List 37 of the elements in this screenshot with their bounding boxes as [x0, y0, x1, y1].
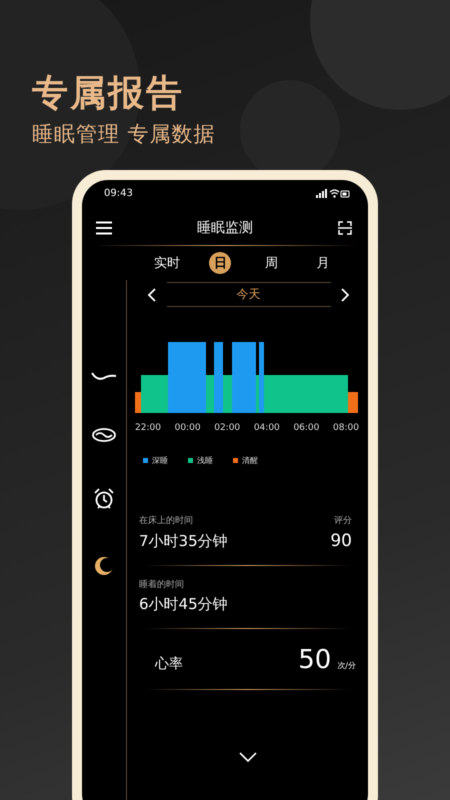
time-tick: 04:00: [254, 423, 280, 433]
screen-title: 睡眠监测: [197, 219, 253, 237]
chevron-down-icon[interactable]: [238, 752, 256, 762]
legend-label: 深睡: [152, 455, 168, 466]
subtitle: 睡眠管理 专属数据: [32, 121, 217, 148]
stat-label: 心率: [155, 655, 184, 673]
scan-icon[interactable]: [338, 221, 352, 235]
stat-value: 6小时45分钟: [139, 595, 228, 614]
ring-icon[interactable]: [92, 428, 116, 442]
date-label: 今天: [166, 282, 330, 307]
menu-icon[interactable]: [96, 221, 112, 235]
headline: 专属报告: [32, 72, 185, 116]
stat-label: 在床上的时间: [139, 514, 193, 527]
alarm-clock-icon[interactable]: [94, 488, 114, 510]
period-tab[interactable]: 月: [312, 252, 334, 274]
heart-rate-value: 50: [298, 645, 332, 675]
unit-label: 次/分: [337, 660, 356, 671]
legend-label: 浅睡: [197, 455, 213, 466]
time-tick: 02:00: [214, 423, 240, 433]
time-tick: 22:00: [135, 423, 161, 433]
previous-icon[interactable]: [147, 288, 156, 302]
time-tick: 00:00: [174, 423, 201, 433]
time-tick: 08:00: [333, 423, 359, 433]
period-tab[interactable]: 周: [260, 252, 283, 274]
next-icon[interactable]: [341, 288, 350, 302]
period-tab[interactable]: 实时: [154, 252, 180, 274]
legend-label: 清醒: [242, 455, 258, 466]
stat-label: 睡着的时间: [139, 578, 184, 591]
score-label: 评分: [334, 514, 352, 527]
wave-icon[interactable]: [91, 370, 117, 382]
status-time: 09:43: [104, 188, 133, 199]
stat-value: 7小时35分钟: [139, 532, 228, 551]
score-value: 90: [330, 531, 352, 551]
time-tick: 06:00: [293, 423, 320, 433]
period-tab[interactable]: 日: [209, 252, 232, 274]
status-icons: [316, 189, 350, 198]
moon-icon[interactable]: [94, 556, 114, 576]
